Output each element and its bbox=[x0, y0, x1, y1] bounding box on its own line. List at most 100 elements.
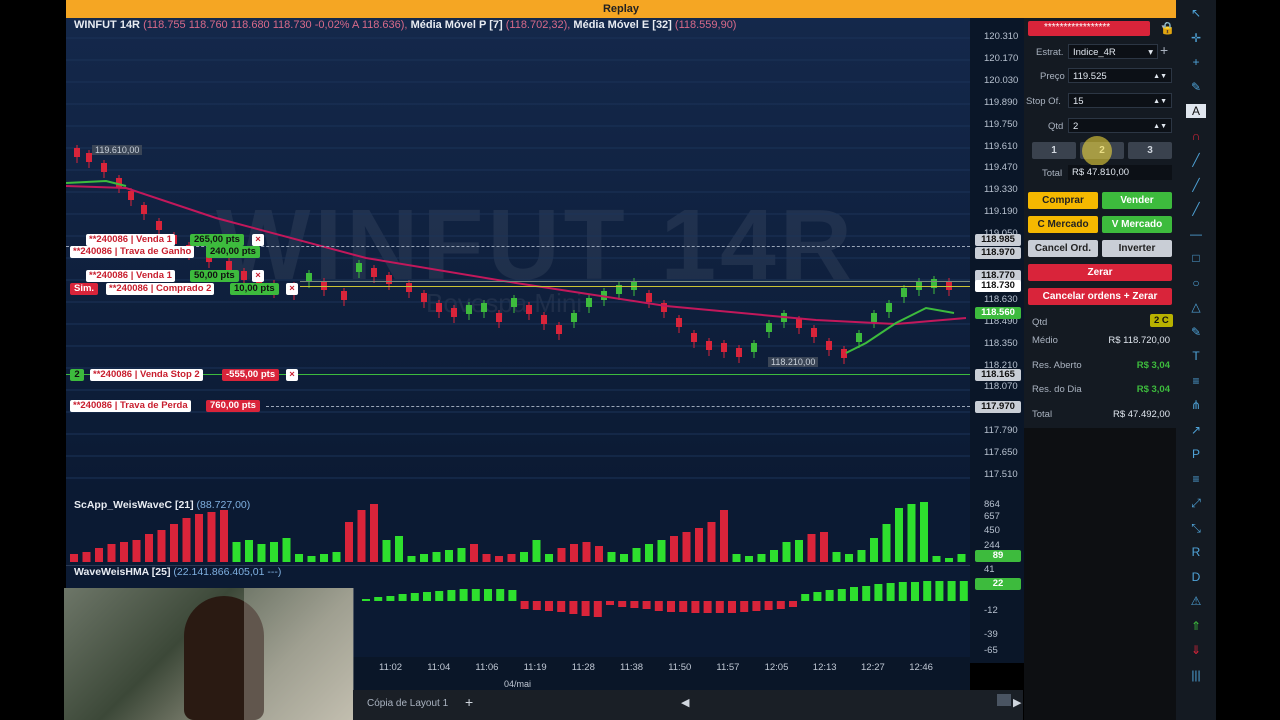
sell-arrow-icon[interactable]: ⇓ bbox=[1186, 643, 1206, 657]
order-trava-ganho-label[interactable]: **240086 | Trava de Ganho bbox=[70, 246, 195, 258]
stop-order-label[interactable]: **240086 | Venda Stop 2 bbox=[90, 369, 203, 381]
layout-tab[interactable]: Cópia de Layout 1 bbox=[367, 698, 448, 709]
cancelar-zerar-button[interactable]: Cancelar ordens + Zerar bbox=[1028, 288, 1172, 305]
cancel-ord-button[interactable]: Cancel Ord. bbox=[1028, 240, 1098, 257]
triangle-icon[interactable]: △ bbox=[1186, 300, 1206, 314]
position-close-button[interactable]: × bbox=[286, 283, 298, 295]
pencil-icon[interactable]: ✎ bbox=[1186, 80, 1206, 94]
vender-button[interactable]: Vender bbox=[1102, 192, 1172, 209]
price-scale[interactable]: 120.310 120.170 120.030 119.890 119.750 119.6… bbox=[970, 18, 1024, 663]
zoom-icon[interactable]: ⤡ bbox=[1186, 521, 1206, 535]
weis-wave-bar bbox=[582, 542, 591, 562]
pitchfork-icon[interactable]: ⋔ bbox=[1186, 398, 1206, 412]
pos-qtd-label: Qtd bbox=[1032, 317, 1048, 328]
measure-icon[interactable]: ⤢ bbox=[1186, 496, 1206, 510]
crosshair-icon[interactable]: ✛ bbox=[1186, 31, 1206, 45]
account-name: ***************** bbox=[1044, 22, 1111, 33]
position-label[interactable]: **240086 | Comprado 2 bbox=[106, 283, 215, 295]
stop-loss-name: **240086 | Trava de Perda bbox=[73, 400, 188, 411]
weis-wave-tick: 864 bbox=[984, 499, 1000, 510]
scroll-left-icon[interactable]: ◀ bbox=[681, 696, 689, 709]
ray-icon[interactable]: ╱ bbox=[1186, 178, 1206, 192]
c-mercado-button[interactable]: C Mercado bbox=[1028, 216, 1098, 233]
magnet-icon[interactable]: ∩ bbox=[1186, 129, 1206, 143]
inverter-button[interactable]: Inverter bbox=[1102, 240, 1172, 257]
gann-icon[interactable]: ≡ bbox=[1186, 472, 1206, 486]
wave-weis-hma-bar bbox=[423, 592, 431, 601]
brush-icon[interactable]: ✎ bbox=[1186, 325, 1206, 339]
weis-wave-bar bbox=[620, 554, 628, 562]
r-icon[interactable]: R bbox=[1186, 545, 1206, 559]
sell-order-line[interactable] bbox=[300, 281, 970, 282]
weis-wave-tag: 89 bbox=[975, 550, 1021, 562]
qtd-input[interactable]: 2 ▲▼ bbox=[1068, 118, 1172, 133]
stop-loss-line[interactable] bbox=[266, 406, 970, 407]
weis-wave-bar bbox=[145, 534, 153, 562]
time-tick: 12:05 bbox=[764, 662, 789, 673]
qty-1-button[interactable]: 1 bbox=[1032, 142, 1076, 159]
candle bbox=[736, 348, 742, 357]
order-venda1-close-button[interactable]: × bbox=[252, 234, 264, 246]
account-selector[interactable]: ***************** ▾ bbox=[1028, 21, 1166, 36]
buy-arrow-icon[interactable]: ⇑ bbox=[1186, 619, 1206, 633]
order-venda1-label[interactable]: **240086 | Venda 1 bbox=[86, 234, 175, 246]
qty-3-button[interactable]: 3 bbox=[1128, 142, 1172, 159]
circle-icon[interactable]: ○ bbox=[1186, 276, 1206, 290]
wave-weis-hma-bar bbox=[776, 601, 785, 609]
add-strategy-button[interactable]: + bbox=[1160, 42, 1168, 58]
time-tick: 11:19 bbox=[523, 662, 547, 673]
wave-weis-hma-bar bbox=[911, 582, 919, 601]
hline-icon[interactable]: — bbox=[1186, 227, 1206, 241]
order-venda1b-label[interactable]: **240086 | Venda 1 bbox=[86, 270, 175, 282]
stop-loss-label[interactable]: **240086 | Trava de Perda bbox=[70, 400, 191, 412]
wave-weis-hma-bar bbox=[618, 601, 627, 607]
position-line[interactable] bbox=[300, 286, 970, 287]
price-tick: 120.170 bbox=[984, 52, 1019, 64]
text-a-icon[interactable]: A bbox=[1186, 104, 1206, 118]
weis-wave-tick: 41 bbox=[984, 564, 995, 575]
bars-icon[interactable]: ||| bbox=[1186, 668, 1206, 682]
text-icon[interactable]: T bbox=[1186, 349, 1206, 363]
comprar-button[interactable]: Comprar bbox=[1028, 192, 1098, 209]
weis-wave-bar bbox=[807, 534, 816, 562]
wave-weis-hma-bar bbox=[789, 601, 797, 607]
wave-weis-hma-bar bbox=[557, 601, 566, 612]
preco-input[interactable]: 119.525 ▲▼ bbox=[1068, 68, 1172, 83]
v-mercado-button[interactable]: V Mercado bbox=[1102, 216, 1172, 233]
note-icon[interactable]: P bbox=[1186, 447, 1206, 461]
time-axis[interactable]: 11:02 11:04 11:06 11:19 11:28 11:38 11:50 11:57… bbox=[353, 657, 970, 691]
zerar-button[interactable]: Zerar bbox=[1028, 264, 1172, 281]
price-tag-trava-ganho: 118.970 bbox=[975, 247, 1021, 259]
weis-wave-bar bbox=[420, 554, 428, 562]
webcam-overlay bbox=[64, 588, 354, 720]
weis-wave-bar bbox=[120, 542, 128, 562]
cursor-icon[interactable]: ↖ bbox=[1186, 6, 1206, 20]
wave-weis-hma-bar bbox=[374, 597, 383, 601]
total2-value: R$ 47.492,00 bbox=[1112, 409, 1170, 420]
cross-icon[interactable]: + bbox=[1186, 55, 1206, 69]
weis-wave-tick: 657 bbox=[984, 511, 1000, 522]
add-layout-button[interactable]: + bbox=[465, 694, 473, 710]
total-field: R$ 47.810,00 bbox=[1068, 165, 1172, 180]
alert-icon[interactable]: ⚠ bbox=[1186, 594, 1206, 608]
estrat-value: Indice_4R bbox=[1073, 47, 1116, 58]
window-title: Replay bbox=[602, 3, 640, 15]
scroll-right-icon[interactable]: ▶ bbox=[1013, 696, 1021, 709]
weis-wave-bar bbox=[220, 510, 228, 562]
scroll-thumb[interactable] bbox=[997, 694, 1011, 706]
line-icon[interactable]: ╱ bbox=[1186, 153, 1206, 167]
rect-icon[interactable]: □ bbox=[1186, 251, 1206, 265]
lock-icon[interactable]: 🔒 bbox=[1160, 21, 1175, 35]
weis-wave-bar bbox=[457, 548, 466, 562]
estrat-select[interactable]: Indice_4R ▾ bbox=[1068, 44, 1158, 59]
fib-icon[interactable]: ≡ bbox=[1186, 374, 1206, 388]
arrow-icon[interactable]: ↗ bbox=[1186, 423, 1206, 437]
stop-order-close-button[interactable]: × bbox=[286, 369, 298, 381]
stop-input[interactable]: 15 ▲▼ bbox=[1068, 93, 1172, 108]
take-profit-line[interactable] bbox=[66, 246, 970, 247]
order-venda1b-close-button[interactable]: × bbox=[252, 270, 264, 282]
candle bbox=[751, 343, 757, 352]
channel-icon[interactable]: ╱ bbox=[1186, 202, 1206, 216]
d-icon[interactable]: D bbox=[1186, 570, 1206, 584]
qtd-value: 2 bbox=[1073, 121, 1079, 132]
